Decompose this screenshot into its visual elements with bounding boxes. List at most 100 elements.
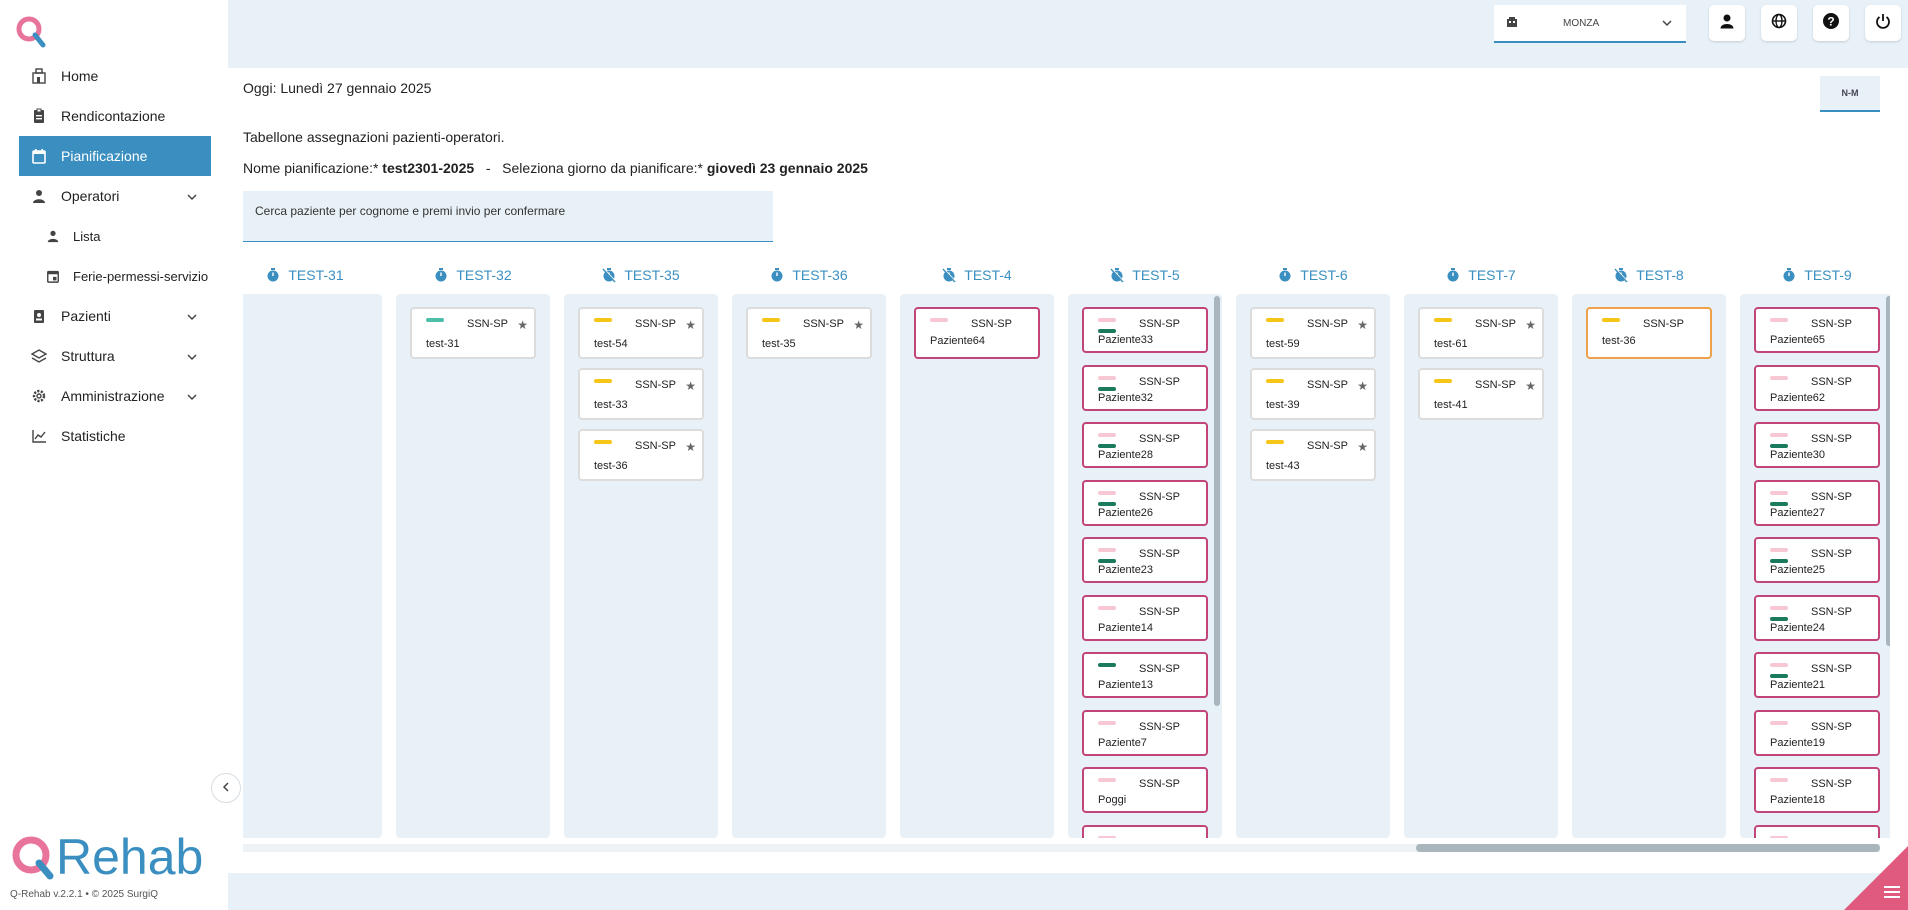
patient-card[interactable]: SSN-SP Paziente28 [1082,422,1208,468]
column-header[interactable]: TEST-8 [1572,258,1726,292]
star-icon[interactable]: ★ [1357,440,1368,454]
sidebar-item-pazienti[interactable]: Pazienti [19,296,211,336]
user-button[interactable] [1709,5,1745,41]
horizontal-scrollbar-thumb[interactable] [1416,844,1880,852]
patient-card[interactable]: SSN-SP test-35 ★ [746,307,872,359]
patient-card[interactable]: SSN-SP Paziente13 [1082,652,1208,698]
sidebar-item-rendicontazione[interactable]: Rendicontazione [19,96,211,136]
star-icon[interactable]: ★ [853,318,864,332]
column-header[interactable]: TEST-9 [1740,258,1890,292]
status-bar [762,318,780,322]
column-header[interactable]: TEST-5 [1068,258,1222,292]
help-icon: ? [1822,12,1840,35]
patient-card[interactable]: SSN-SP Paziente27 [1754,479,1880,526]
status-bar-secondary [1770,559,1788,563]
card-patient-name: test-36 [594,460,628,472]
column-header[interactable]: TEST-32 [396,258,550,292]
star-icon[interactable]: ★ [685,318,696,332]
patient-card[interactable]: SSN-SP test-61 ★ [1418,307,1544,359]
timer-off-icon [1614,267,1629,283]
patient-card[interactable]: SSN-SP Paziente23 [1082,537,1208,583]
status-bar [1770,548,1788,552]
patient-card[interactable]: SSN-SP Paziente33 [1082,307,1208,353]
star-icon[interactable]: ★ [517,318,528,332]
patient-card[interactable]: SSN-SP Paziente14 [1082,594,1208,641]
nm-button[interactable]: N-M [1820,76,1880,112]
star-icon[interactable]: ★ [685,440,696,454]
status-bar [1770,720,1788,725]
card-code: SSN-SP [467,318,508,330]
sidebar-item-pianificazione[interactable]: Pianificazione [19,136,211,176]
column-body: SSN-SP Paziente33 SSN-SP Paziente32 SSN-SP Pa… [1068,294,1222,838]
patient-card[interactable]: SSN-SP Paziente32 [1082,364,1208,411]
q-logo-icon [16,16,46,48]
power-icon [1875,13,1891,34]
patient-card[interactable]: SSN-SP test-39 ★ [1250,368,1376,420]
patient-card[interactable]: SSN-SP test-36 [1586,307,1712,359]
sidebar-item-home[interactable]: Home [19,56,211,96]
column-name: TEST-9 [1804,267,1852,283]
patient-card[interactable]: SSN-SP Paziente62 [1754,364,1880,411]
column-header[interactable]: TEST-7 [1404,258,1558,292]
star-icon[interactable]: ★ [1357,318,1368,332]
day-value[interactable]: giovedì 23 gennaio 2025 [707,160,868,176]
patient-card[interactable] [1754,824,1880,838]
star-icon[interactable]: ★ [1525,318,1536,332]
column-header[interactable]: TEST-31 [243,258,382,292]
help-button[interactable]: ? [1813,5,1849,41]
patient-card[interactable] [1082,824,1208,838]
card-code: SSN-SP [971,318,1012,330]
column-header[interactable]: TEST-35 [564,258,718,292]
column-header[interactable]: TEST-36 [732,258,886,292]
version-text: Q-Rehab v.2.2.1 • © 2025 SurgiQ [10,889,158,900]
sidebar-item-operatori[interactable]: Operatori [19,176,211,216]
patient-card[interactable]: SSN-SP Paziente18 [1754,767,1880,813]
card-patient-name: test-33 [594,399,628,411]
status-bar [930,318,948,322]
patient-card[interactable]: SSN-SP Paziente7 [1082,709,1208,756]
collapse-sidebar-button[interactable] [211,773,241,803]
menu-corner-button[interactable] [1844,846,1908,910]
column-scrollbar[interactable] [1886,296,1890,646]
patient-card[interactable]: SSN-SP Paziente26 [1082,479,1208,526]
timer-off-icon [602,267,617,283]
main-panel: Oggi: Lunedì 27 gennaio 2025 N-M Tabello… [228,68,1908,873]
patient-card[interactable]: SSN-SP test-59 ★ [1250,307,1376,359]
patient-card[interactable]: SSN-SP test-43 ★ [1250,429,1376,481]
sidebar-item-ferie[interactable]: Ferie-permessi-servizio [19,256,211,296]
sidebar-item-lista[interactable]: Lista [19,216,211,256]
card-code: SSN-SP [1307,318,1348,330]
status-bar [1770,663,1788,667]
patient-card[interactable]: SSN-SP test-41 ★ [1418,368,1544,420]
sidebar-item-amministrazione[interactable]: Amministrazione [19,376,211,416]
sidebar-item-struttura[interactable]: Struttura [19,336,211,376]
column-scrollbar[interactable] [1214,296,1220,706]
card-code: SSN-SP [1811,720,1852,733]
patient-card[interactable]: SSN-SP Paziente30 [1754,422,1880,468]
patient-card[interactable]: SSN-SP Paziente64 [914,307,1040,359]
patient-card[interactable]: SSN-SP Paziente21 [1754,652,1880,698]
sidebar-item-statistiche[interactable]: Statistiche [19,416,211,456]
site-select[interactable]: MONZA [1494,5,1686,43]
column-header[interactable]: TEST-4 [900,258,1054,292]
star-icon[interactable]: ★ [685,379,696,393]
patient-card[interactable]: SSN-SP Paziente19 [1754,709,1880,756]
column-header[interactable]: TEST-6 [1236,258,1390,292]
logout-button[interactable] [1865,5,1901,41]
star-icon[interactable]: ★ [1525,379,1536,393]
star-icon[interactable]: ★ [1357,379,1368,393]
card-patient-name: Poggi [1098,794,1127,806]
patient-card[interactable]: SSN-SP Paziente25 [1754,537,1880,583]
patient-card[interactable]: SSN-SP Poggi [1082,767,1208,813]
language-button[interactable] [1761,5,1797,41]
patient-card[interactable]: SSN-SP test-54 ★ [578,307,704,359]
patient-search-input[interactable]: Cerca paziente per cognome e premi invio… [243,191,773,242]
patient-card[interactable]: SSN-SP test-36 ★ [578,429,704,481]
board-column: TEST-35 SSN-SP test-54 ★ SSN-SP test-33 ★ SSN-S… [564,258,718,838]
card-code: SSN-SP [1811,778,1852,790]
patient-card[interactable]: SSN-SP test-33 ★ [578,368,704,420]
status-bar [1098,605,1116,610]
patient-card[interactable]: SSN-SP test-31 ★ [410,307,536,359]
patient-card[interactable]: SSN-SP Paziente24 [1754,594,1880,641]
patient-card[interactable]: SSN-SP Paziente65 [1754,307,1880,353]
